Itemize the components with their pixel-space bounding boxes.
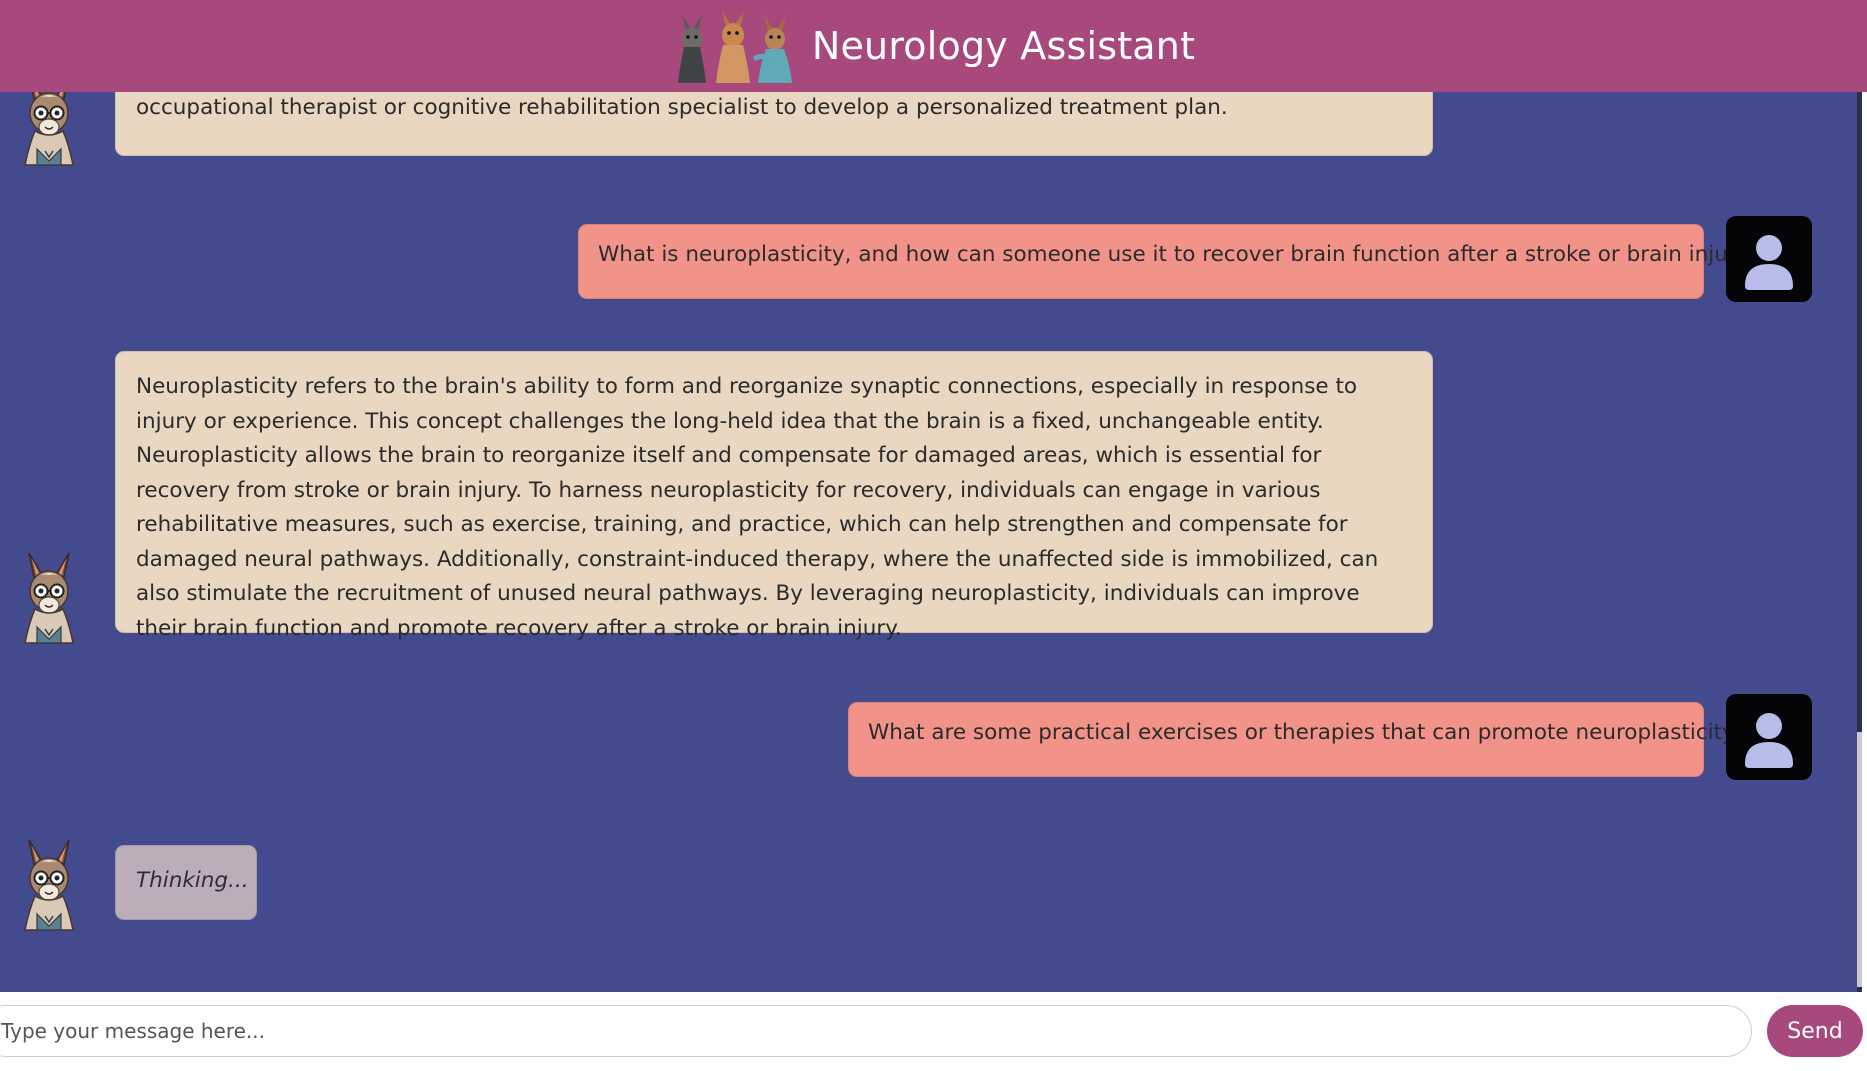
- chat-history[interactable]: improvement in their symptoms, usually w…: [0, 0, 1862, 992]
- user-avatar-icon: [1726, 216, 1812, 302]
- app-header: Neurology Assistant: [0, 0, 1867, 92]
- send-button[interactable]: Send: [1767, 1005, 1863, 1057]
- user-message-text: What is neuroplasticity, and how can som…: [598, 242, 1761, 267]
- user-message-text: What are some practical exercises or the…: [868, 720, 1747, 745]
- page-title: Neurology Assistant: [811, 24, 1196, 68]
- llama-doctor-icon: [15, 543, 83, 649]
- user-message: What are some practical exercises or the…: [848, 702, 1746, 777]
- user-avatar-icon: [1726, 694, 1812, 780]
- message-input[interactable]: [0, 1005, 1752, 1057]
- chat-app: improvement in their symptoms, usually w…: [0, 0, 1867, 1071]
- assistant-message-text: Neuroplasticity refers to the brain's ab…: [136, 374, 1379, 641]
- llama-doctor-icon: [15, 830, 83, 936]
- chat-scrollbar-thumb[interactable]: [1857, 732, 1862, 987]
- thinking-text: Thinking...: [136, 868, 249, 893]
- assistant-message: Neuroplasticity refers to the brain's ab…: [115, 351, 1433, 641]
- message-composer: Send: [0, 992, 1867, 1071]
- user-message: What is neuroplasticity, and how can som…: [578, 224, 1761, 299]
- llama-trio-logo-icon: [677, 11, 792, 83]
- thinking-indicator: Thinking...: [115, 845, 257, 920]
